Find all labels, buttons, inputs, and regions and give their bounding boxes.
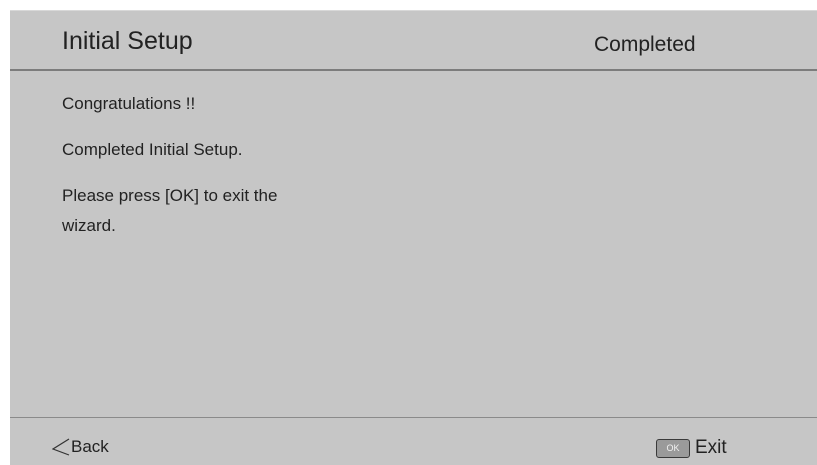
setup-screen: Initial Setup Completed Congratulations … — [10, 10, 817, 465]
header: Initial Setup Completed — [10, 11, 817, 69]
message-panel: Congratulations !! Completed Initial Set… — [62, 93, 382, 265]
back-label: Back — [71, 437, 109, 456]
exit-button[interactable]: OK Exit — [656, 436, 727, 460]
footer: Back OK Exit — [10, 418, 817, 465]
instruction-line-2: wizard. — [62, 216, 116, 235]
ok-key-icon: OK — [656, 438, 690, 458]
instruction-text: Please press [OK] to exit the wizard. — [62, 181, 382, 241]
exit-label: Exit — [695, 437, 727, 458]
status-label: Completed — [594, 33, 696, 56]
back-arrow-icon — [51, 438, 70, 456]
instruction-line-1: Please press [OK] to exit the — [62, 186, 278, 205]
congratulations-text: Congratulations !! — [62, 94, 196, 113]
page-title: Initial Setup — [62, 27, 193, 55]
header-divider — [10, 69, 817, 71]
back-button[interactable]: Back — [51, 436, 109, 458]
completed-text: Completed Initial Setup. — [62, 140, 243, 159]
